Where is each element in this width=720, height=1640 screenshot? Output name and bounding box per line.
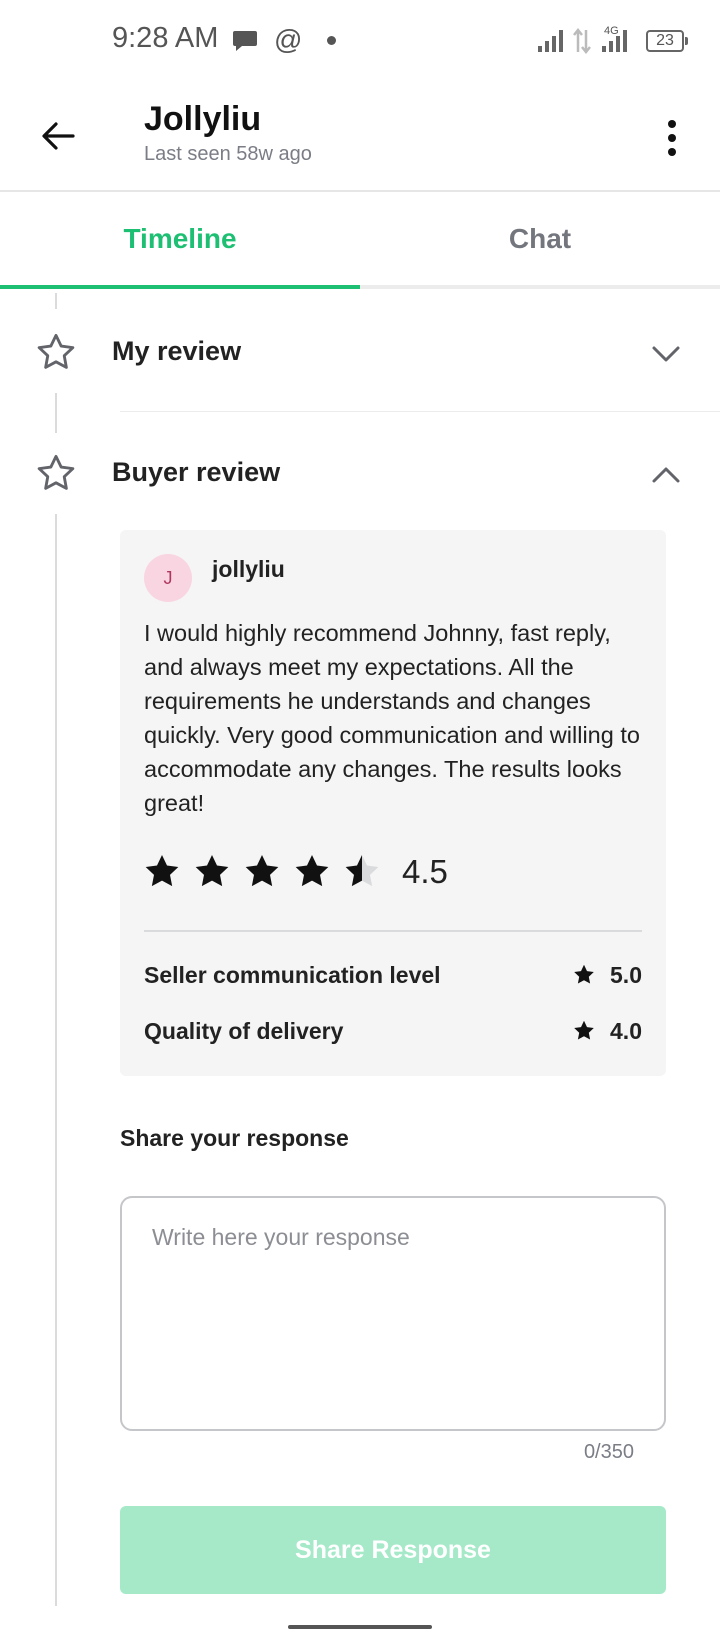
review-card: J jollyliu I would highly recommend John…	[120, 530, 666, 1076]
dot-icon	[327, 36, 336, 45]
star-filled-icon	[574, 964, 594, 984]
avatar: J	[144, 554, 192, 602]
tab-timeline[interactable]: Timeline	[0, 192, 360, 289]
sub-rating-label: Seller communication level	[144, 961, 441, 988]
more-vertical-icon	[668, 120, 676, 128]
star-outline-icon	[33, 330, 79, 376]
tab-bar: Timeline Chat	[0, 192, 720, 289]
sub-rating-value: 5.0	[572, 962, 642, 989]
star-filled-icon	[295, 855, 329, 887]
char-counter: 0/350	[583, 1441, 634, 1463]
status-time: 9:28 AM	[112, 22, 219, 54]
arrow-left-icon	[42, 122, 75, 150]
threads-icon: @	[274, 24, 303, 55]
chevron-down-icon[interactable]	[646, 334, 686, 374]
sub-rating-row: Seller communication level 5.0	[144, 958, 642, 992]
tab-chat[interactable]: Chat	[360, 192, 720, 285]
last-seen: Last seen 58w ago	[144, 143, 312, 165]
star-filled-icon	[245, 855, 279, 887]
star-filled-icon	[145, 855, 179, 887]
sub-rating-number: 4.0	[610, 1017, 642, 1044]
review-text: I would highly recommend Johnny, fast re…	[144, 620, 640, 816]
timeline-line	[55, 393, 57, 433]
rating-stars: 4.5	[142, 850, 448, 894]
star-filled-icon	[574, 1020, 594, 1040]
reviewer-name: jollyliu	[212, 556, 285, 582]
buyer-review-title[interactable]: Buyer review	[112, 457, 280, 488]
response-label: Share your response	[120, 1125, 349, 1151]
chevron-up-icon[interactable]	[646, 455, 686, 495]
star-outline-icon	[33, 451, 79, 497]
message-icon	[232, 29, 258, 58]
contact-name[interactable]: Jollyliu	[144, 100, 261, 139]
more-options-button[interactable]	[650, 116, 694, 160]
card-divider	[144, 930, 642, 932]
timeline-line	[55, 514, 57, 1606]
rating-value: 4.5	[402, 853, 448, 890]
sub-rating-value: 4.0	[572, 1018, 642, 1045]
status-bar: 9:28 AM @ 4G 23	[0, 0, 720, 80]
app-screen: 9:28 AM @ 4G 23 Jollyliu Last seen 58w a…	[0, 0, 720, 1640]
network-label: 4G	[604, 25, 619, 37]
chat-header: Jollyliu Last seen 58w ago	[0, 80, 720, 192]
response-input[interactable]	[120, 1196, 666, 1431]
sub-rating-label: Quality of delivery	[144, 1017, 344, 1044]
signal-icon: 4G	[538, 25, 627, 55]
timeline-line	[55, 293, 57, 309]
sub-rating-number: 5.0	[610, 961, 642, 988]
sub-rating-row: Quality of delivery 4.0	[144, 1014, 642, 1048]
home-indicator[interactable]	[288, 1625, 432, 1629]
star-filled-icon	[195, 855, 229, 887]
battery-icon: 23	[646, 30, 688, 52]
section-divider	[120, 411, 720, 412]
my-review-title[interactable]: My review	[112, 336, 241, 367]
back-button[interactable]	[28, 106, 88, 166]
share-response-button[interactable]: Share Response	[120, 1506, 666, 1594]
star-half-icon	[345, 855, 379, 887]
